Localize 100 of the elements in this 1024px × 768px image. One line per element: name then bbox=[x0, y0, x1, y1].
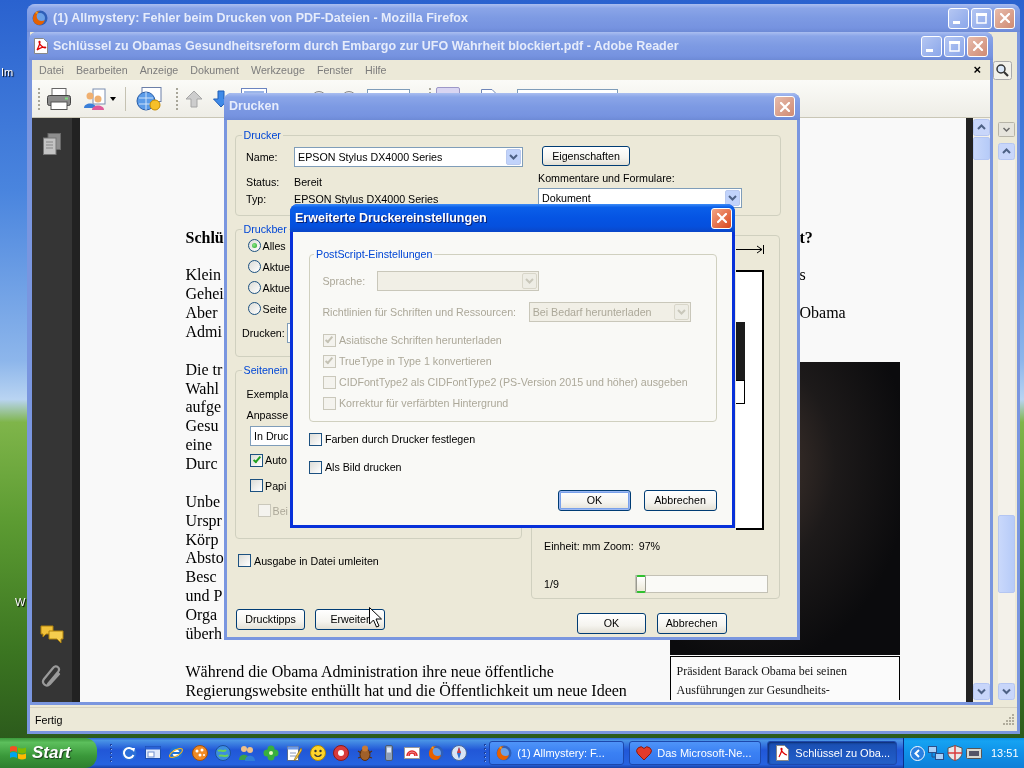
checkbox-label[interactable]: Ausgabe in Datei umleiten bbox=[254, 554, 379, 567]
grip-icon[interactable] bbox=[484, 744, 487, 762]
page-counter: 1/9 bbox=[544, 578, 559, 591]
taskbar-button[interactable]: Das Microsoft-Ne... bbox=[629, 741, 762, 765]
radio-button[interactable] bbox=[248, 239, 261, 252]
close-button[interactable] bbox=[774, 96, 795, 117]
tips-button[interactable]: Drucktipps bbox=[236, 608, 305, 630]
checkbox[interactable] bbox=[250, 479, 263, 493]
checkbox-label[interactable]: Farben durch Drucker festlegen bbox=[324, 433, 476, 445]
scaling-select[interactable]: In Druc bbox=[250, 426, 292, 446]
minimize-button[interactable] bbox=[921, 35, 942, 57]
checkbox-label[interactable]: Papi bbox=[265, 479, 287, 492]
properties-button[interactable]: Eigenschaften bbox=[542, 146, 630, 166]
globe-swirl-icon bbox=[32, 10, 48, 26]
scrollbar-thumb[interactable] bbox=[998, 515, 1015, 593]
clover-icon[interactable] bbox=[262, 745, 279, 761]
paperclip-icon[interactable] bbox=[41, 664, 63, 690]
desktop-icon-label[interactable]: Im bbox=[1, 66, 14, 79]
ok-button[interactable]: OK bbox=[558, 489, 631, 511]
checkbox[interactable] bbox=[238, 554, 251, 568]
menu-item[interactable]: Bearbeiten bbox=[69, 64, 134, 76]
advanced-button[interactable]: Erweiter bbox=[315, 608, 385, 630]
text-line: Absto bbox=[185, 549, 224, 569]
checkbox-label[interactable]: Auto bbox=[265, 454, 287, 467]
chevron-left-icon[interactable] bbox=[910, 745, 925, 761]
checkbox-label[interactable]: Als Bild drucken bbox=[324, 461, 402, 473]
ok-button[interactable]: OK bbox=[577, 612, 646, 634]
menu-item[interactable]: Anzeige bbox=[133, 64, 185, 76]
mouse-pointer-icon bbox=[369, 607, 382, 628]
menu-item[interactable]: Fenster bbox=[310, 64, 360, 76]
pages-icon[interactable] bbox=[43, 133, 61, 155]
window-icon[interactable] bbox=[144, 745, 161, 761]
cancel-button[interactable]: Abbrechen bbox=[656, 612, 727, 634]
maximize-button[interactable] bbox=[971, 7, 992, 29]
radio-button[interactable] bbox=[248, 281, 261, 294]
chevron-down-icon[interactable] bbox=[998, 122, 1015, 137]
text-line: und P bbox=[185, 587, 223, 607]
disc-icon[interactable] bbox=[333, 745, 350, 761]
printer-icon[interactable] bbox=[47, 87, 71, 110]
shield-icon[interactable] bbox=[947, 745, 963, 761]
close-button[interactable] bbox=[994, 7, 1015, 29]
field-label: Kommentare und Formulare: bbox=[538, 172, 676, 184]
field-label: Status: bbox=[246, 176, 281, 188]
resize-grip-icon[interactable] bbox=[1002, 714, 1014, 725]
maximize-button[interactable] bbox=[944, 35, 965, 57]
scrollbar-thumb[interactable] bbox=[973, 137, 990, 160]
text-line: Durc bbox=[185, 455, 218, 474]
speech-bubbles-icon[interactable] bbox=[40, 625, 64, 644]
radio-button[interactable] bbox=[248, 260, 261, 273]
scrollbar[interactable] bbox=[973, 118, 990, 702]
radio-button[interactable] bbox=[248, 302, 261, 315]
network-icon[interactable] bbox=[928, 745, 944, 761]
checkbox[interactable] bbox=[250, 453, 263, 467]
globe-orbit-icon[interactable] bbox=[168, 745, 185, 761]
chevron-up-icon[interactable] bbox=[973, 119, 990, 136]
menu-item[interactable]: Werkzeuge bbox=[245, 64, 311, 76]
taskbar-button[interactable]: (1) Allmystery: F... bbox=[489, 741, 625, 765]
chevron-down-icon[interactable] bbox=[725, 190, 740, 206]
ball-icon[interactable] bbox=[191, 745, 208, 761]
checkbox[interactable] bbox=[309, 460, 323, 474]
device-icon[interactable] bbox=[966, 745, 982, 761]
cancel-button[interactable]: Abbrechen bbox=[643, 489, 717, 511]
up-arrow-icon[interactable] bbox=[185, 89, 203, 108]
minimize-button[interactable] bbox=[948, 7, 969, 29]
people-icon[interactable] bbox=[238, 745, 255, 761]
chevron-down-icon[interactable] bbox=[506, 149, 521, 165]
radio-label[interactable]: Aktue bbox=[262, 281, 290, 294]
page-slider[interactable] bbox=[635, 575, 768, 594]
chevron-down-icon[interactable] bbox=[973, 683, 990, 700]
compass-icon[interactable] bbox=[451, 745, 468, 761]
smiley-icon[interactable] bbox=[309, 745, 326, 761]
radio-label[interactable]: Seite bbox=[262, 302, 287, 315]
checkbox[interactable] bbox=[309, 432, 323, 446]
menu-item[interactable]: Datei bbox=[33, 64, 70, 76]
printer-select[interactable]: EPSON Stylus DX4000 Series bbox=[294, 147, 523, 167]
close-button[interactable] bbox=[967, 35, 988, 57]
globe-icon[interactable] bbox=[215, 745, 232, 761]
circular-arrow-icon[interactable] bbox=[121, 745, 137, 761]
menu-item[interactable]: Hilfe bbox=[359, 64, 393, 76]
close-button[interactable] bbox=[711, 207, 732, 229]
globe-icon[interactable] bbox=[136, 86, 162, 111]
chevron-down-icon[interactable] bbox=[998, 683, 1015, 700]
search-icon[interactable] bbox=[993, 61, 1012, 80]
close-document-button[interactable]: × bbox=[971, 63, 983, 77]
people-icon[interactable] bbox=[84, 87, 106, 110]
signal-icon[interactable] bbox=[404, 745, 421, 761]
desktop-icon-label[interactable]: W bbox=[15, 596, 26, 609]
radio-label[interactable]: Aktue bbox=[262, 260, 290, 273]
bug-icon[interactable] bbox=[356, 745, 373, 761]
chevron-up-icon[interactable] bbox=[998, 143, 1015, 160]
text-line: Obama bbox=[799, 304, 846, 323]
radio-label[interactable]: Alles bbox=[262, 239, 286, 252]
menu-item[interactable]: Dokument bbox=[184, 64, 245, 76]
scrollbar[interactable] bbox=[998, 160, 1015, 683]
text-line: s bbox=[799, 266, 806, 286]
taskbar-button[interactable]: Schlüssel zu Oba... bbox=[767, 741, 898, 765]
notepad-icon[interactable] bbox=[286, 745, 303, 761]
slider-thumb[interactable] bbox=[636, 575, 646, 594]
caret-icon[interactable] bbox=[110, 96, 116, 101]
globe-swirl-icon[interactable] bbox=[427, 745, 444, 761]
